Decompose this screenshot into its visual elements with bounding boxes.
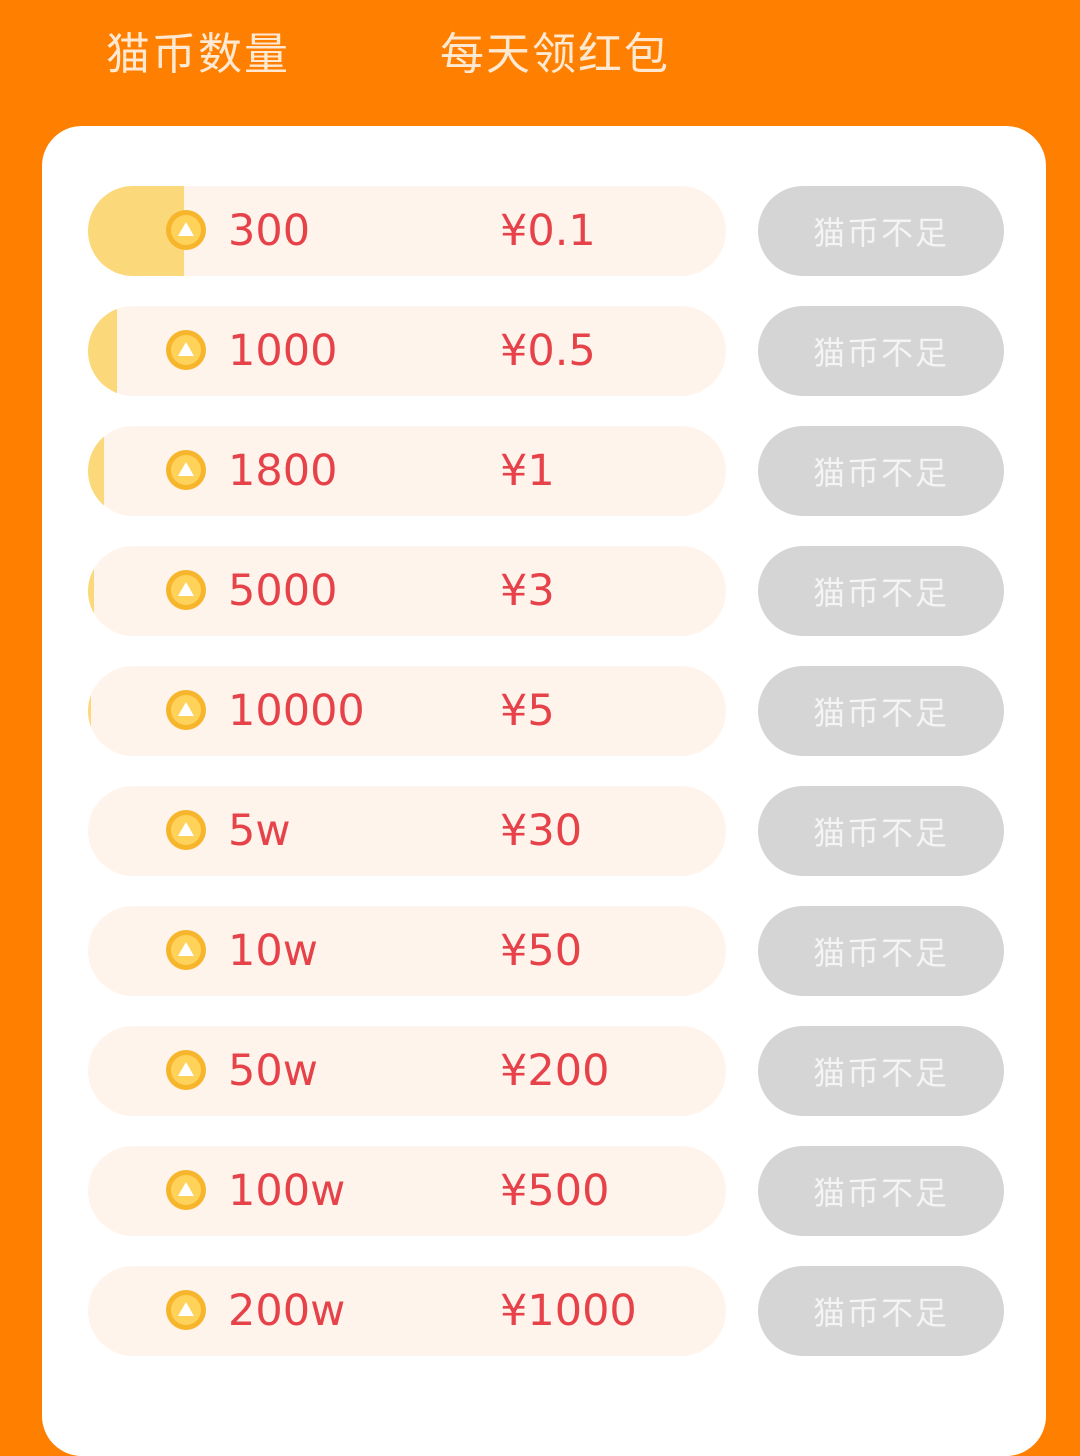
coin-amount: 50w [228, 1046, 318, 1096]
insufficient-coins-button[interactable]: 猫币不足 [758, 1146, 1004, 1236]
reward-amount: ¥500 [500, 1166, 610, 1216]
reward-row: 300 ¥0.1 猫币不足 [88, 186, 1004, 276]
coin-icon [166, 1170, 206, 1210]
coin-icon [166, 450, 206, 490]
coin-amount: 300 [228, 206, 311, 256]
coin-progress-bar: 1000 ¥0.5 [88, 306, 726, 396]
reward-amount: ¥50 [500, 926, 583, 976]
coin-progress-bar: 1800 ¥1 [88, 426, 726, 516]
reward-row: 10000 ¥5 猫币不足 [88, 666, 1004, 756]
coin-progress-bar: 5000 ¥3 [88, 546, 726, 636]
coin-amount: 1000 [228, 326, 338, 376]
reward-row: 10w ¥50 猫币不足 [88, 906, 1004, 996]
insufficient-coins-button[interactable]: 猫币不足 [758, 1026, 1004, 1116]
daily-redpacket-column-title: 每天领红包 [440, 29, 670, 80]
coin-icon [166, 810, 206, 850]
reward-list-card: 300 ¥0.1 猫币不足 1000 ¥0.5 猫币不足 1800 ¥1 猫币不… [42, 126, 1046, 1456]
insufficient-coins-button[interactable]: 猫币不足 [758, 786, 1004, 876]
insufficient-coins-button[interactable]: 猫币不足 [758, 306, 1004, 396]
coin-progress-bar: 50w ¥200 [88, 1026, 726, 1116]
coin-icon [166, 930, 206, 970]
coin-amount: 200w [228, 1286, 346, 1336]
reward-row: 1800 ¥1 猫币不足 [88, 426, 1004, 516]
coin-icon [166, 570, 206, 610]
reward-amount: ¥1 [500, 446, 555, 496]
coin-amount: 5w [228, 806, 291, 856]
reward-row: 50w ¥200 猫币不足 [88, 1026, 1004, 1116]
coin-amount: 100w [228, 1166, 346, 1216]
reward-row: 200w ¥1000 猫币不足 [88, 1266, 1004, 1356]
coin-progress-bar: 5w ¥30 [88, 786, 726, 876]
coin-progress-bar: 100w ¥500 [88, 1146, 726, 1236]
coin-amount: 5000 [228, 566, 338, 616]
coin-progress-bar: 10w ¥50 [88, 906, 726, 996]
reward-row: 5w ¥30 猫币不足 [88, 786, 1004, 876]
insufficient-coins-button[interactable]: 猫币不足 [758, 186, 1004, 276]
insufficient-coins-button[interactable]: 猫币不足 [758, 666, 1004, 756]
reward-row: 100w ¥500 猫币不足 [88, 1146, 1004, 1236]
header: 猫币数量 每天领红包 [0, 0, 1080, 110]
reward-row: 1000 ¥0.5 猫币不足 [88, 306, 1004, 396]
coins-column-title: 猫币数量 [106, 29, 290, 80]
reward-amount: ¥30 [500, 806, 583, 856]
reward-amount: ¥0.5 [500, 326, 596, 376]
progress-fill [88, 546, 94, 636]
insufficient-coins-button[interactable]: 猫币不足 [758, 426, 1004, 516]
progress-fill [88, 666, 91, 756]
insufficient-coins-button[interactable]: 猫币不足 [758, 1266, 1004, 1356]
coin-icon [166, 1050, 206, 1090]
reward-amount: ¥200 [500, 1046, 610, 1096]
insufficient-coins-button[interactable]: 猫币不足 [758, 906, 1004, 996]
insufficient-coins-button[interactable]: 猫币不足 [758, 546, 1004, 636]
coin-icon [166, 690, 206, 730]
coin-amount: 10000 [228, 686, 365, 736]
coin-progress-bar: 200w ¥1000 [88, 1266, 726, 1356]
reward-amount: ¥3 [500, 566, 555, 616]
coin-amount: 10w [228, 926, 318, 976]
reward-row: 5000 ¥3 猫币不足 [88, 546, 1004, 636]
progress-fill [88, 426, 104, 516]
coin-progress-bar: 10000 ¥5 [88, 666, 726, 756]
coin-icon [166, 210, 206, 250]
progress-fill [88, 306, 117, 396]
reward-amount: ¥5 [500, 686, 555, 736]
reward-amount: ¥1000 [500, 1286, 637, 1336]
reward-amount: ¥0.1 [500, 206, 596, 256]
coin-icon [166, 330, 206, 370]
coin-amount: 1800 [228, 446, 338, 496]
coin-progress-bar: 300 ¥0.1 [88, 186, 726, 276]
coin-icon [166, 1290, 206, 1330]
